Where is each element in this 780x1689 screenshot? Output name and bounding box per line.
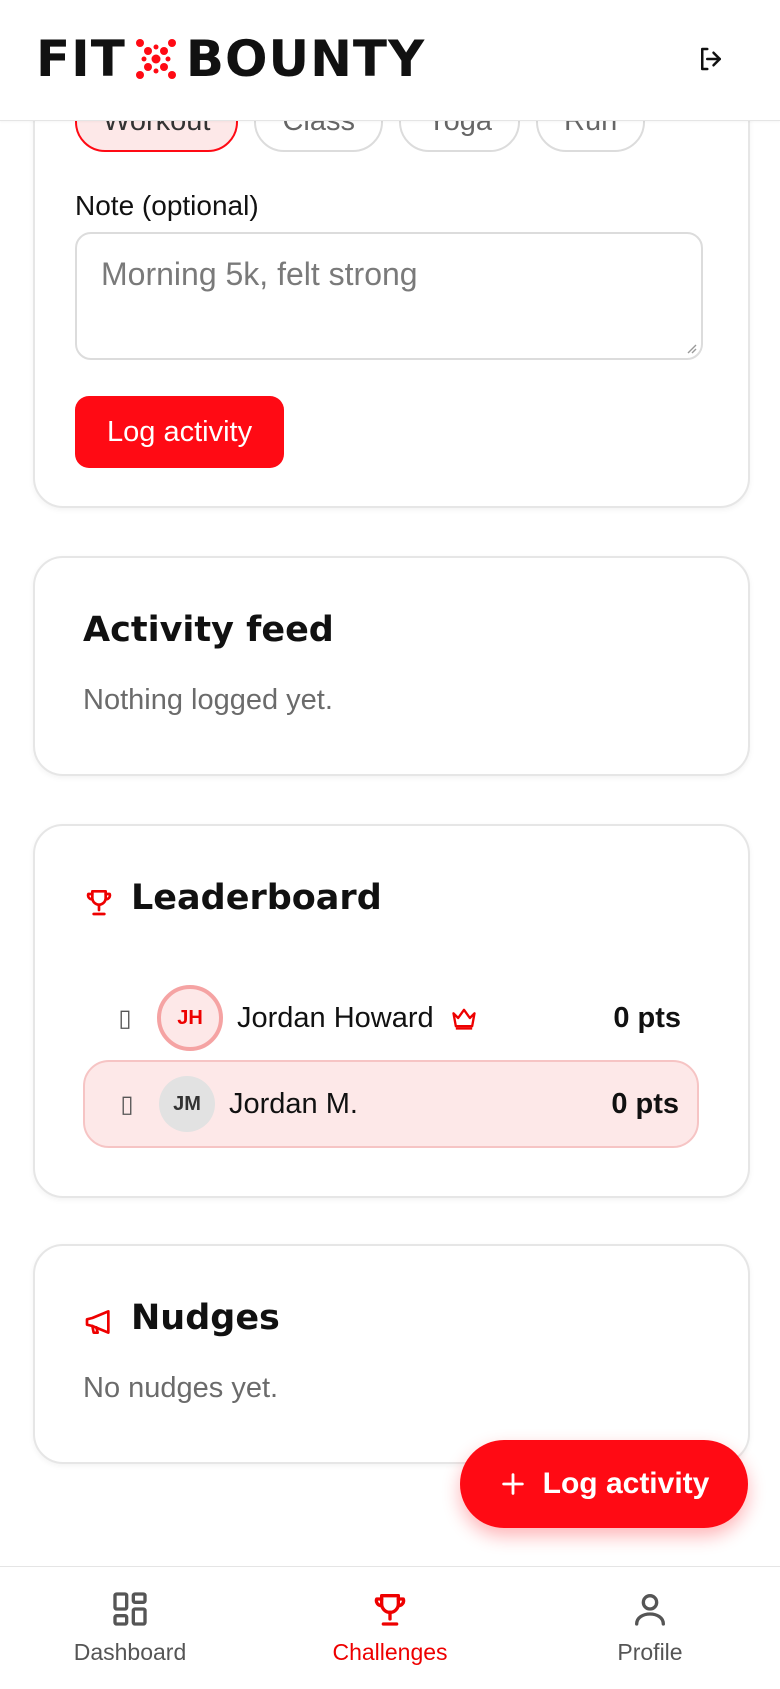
nav-item-dashboard[interactable]: Dashboard	[0, 1567, 260, 1689]
activity-feed-card: Activity feed Nothing logged yet.	[33, 556, 750, 776]
activity-feed-empty: Nothing logged yet.	[83, 684, 333, 716]
trophy-icon	[374, 1594, 406, 1626]
app-header: FIT BOUNTY	[0, 0, 780, 121]
nudges-title: Nudges	[131, 1298, 280, 1338]
brand-text-right: BOUNTY	[185, 30, 426, 88]
note-label: Note (optional)	[75, 190, 259, 221]
user-icon	[635, 1594, 665, 1626]
brand-logo[interactable]: FIT BOUNTY	[36, 30, 426, 88]
crown-icon	[451, 1008, 476, 1030]
nav-item-profile[interactable]: Profile	[520, 1567, 780, 1689]
medal-icon: ▯	[118, 1004, 132, 1032]
nav-label: Challenges	[332, 1639, 448, 1665]
avatar: JH	[157, 985, 223, 1051]
note-textarea[interactable]: Morning 5k, felt strong	[75, 232, 703, 360]
leaderboard-points: 0 pts	[611, 1087, 679, 1120]
log-activity-fab[interactable]: Log activity	[460, 1440, 748, 1528]
note-placeholder: Morning 5k, felt strong	[101, 256, 418, 292]
leaderboard-card: Leaderboard ▯ JH Jordan Howard 0 pts ▯ J…	[33, 824, 750, 1198]
fab-label: Log activity	[542, 1467, 710, 1500]
nav-label: Dashboard	[73, 1639, 187, 1665]
megaphone-icon	[85, 1310, 110, 1334]
leaderboard-title: Leaderboard	[131, 878, 382, 918]
logout-icon	[701, 47, 721, 71]
leaderboard-points: 0 pts	[613, 1001, 681, 1034]
activity-feed-title: Activity feed	[83, 610, 334, 650]
nudges-card: Nudges No nudges yet.	[33, 1244, 750, 1464]
leaderboard-name: Jordan M.	[229, 1087, 358, 1120]
avatar: JM	[159, 1076, 215, 1132]
logout-button[interactable]	[694, 42, 728, 76]
leaderboard-row-current-user[interactable]: ▯ JM Jordan M. 0 pts	[83, 1060, 699, 1148]
log-activity-button[interactable]: Log activity	[75, 396, 285, 468]
nav-item-challenges[interactable]: Challenges	[260, 1567, 520, 1689]
trophy-icon	[86, 890, 112, 916]
leaderboard-row[interactable]: ▯ JH Jordan Howard 0 pts	[83, 974, 699, 1062]
leaderboard-name: Jordan Howard	[237, 1001, 434, 1034]
brand-x-mark-icon	[132, 35, 180, 83]
brand-text-left: FIT	[36, 30, 126, 88]
nav-label: Profile	[617, 1639, 683, 1665]
bottom-nav: Dashboard Challenges Profile	[0, 1566, 780, 1689]
resize-grip-icon[interactable]	[683, 340, 697, 354]
medal-icon: ▯	[120, 1090, 134, 1118]
nudges-empty: No nudges yet.	[83, 1372, 279, 1404]
dashboard-icon	[113, 1592, 147, 1626]
plus-icon	[501, 1473, 524, 1495]
